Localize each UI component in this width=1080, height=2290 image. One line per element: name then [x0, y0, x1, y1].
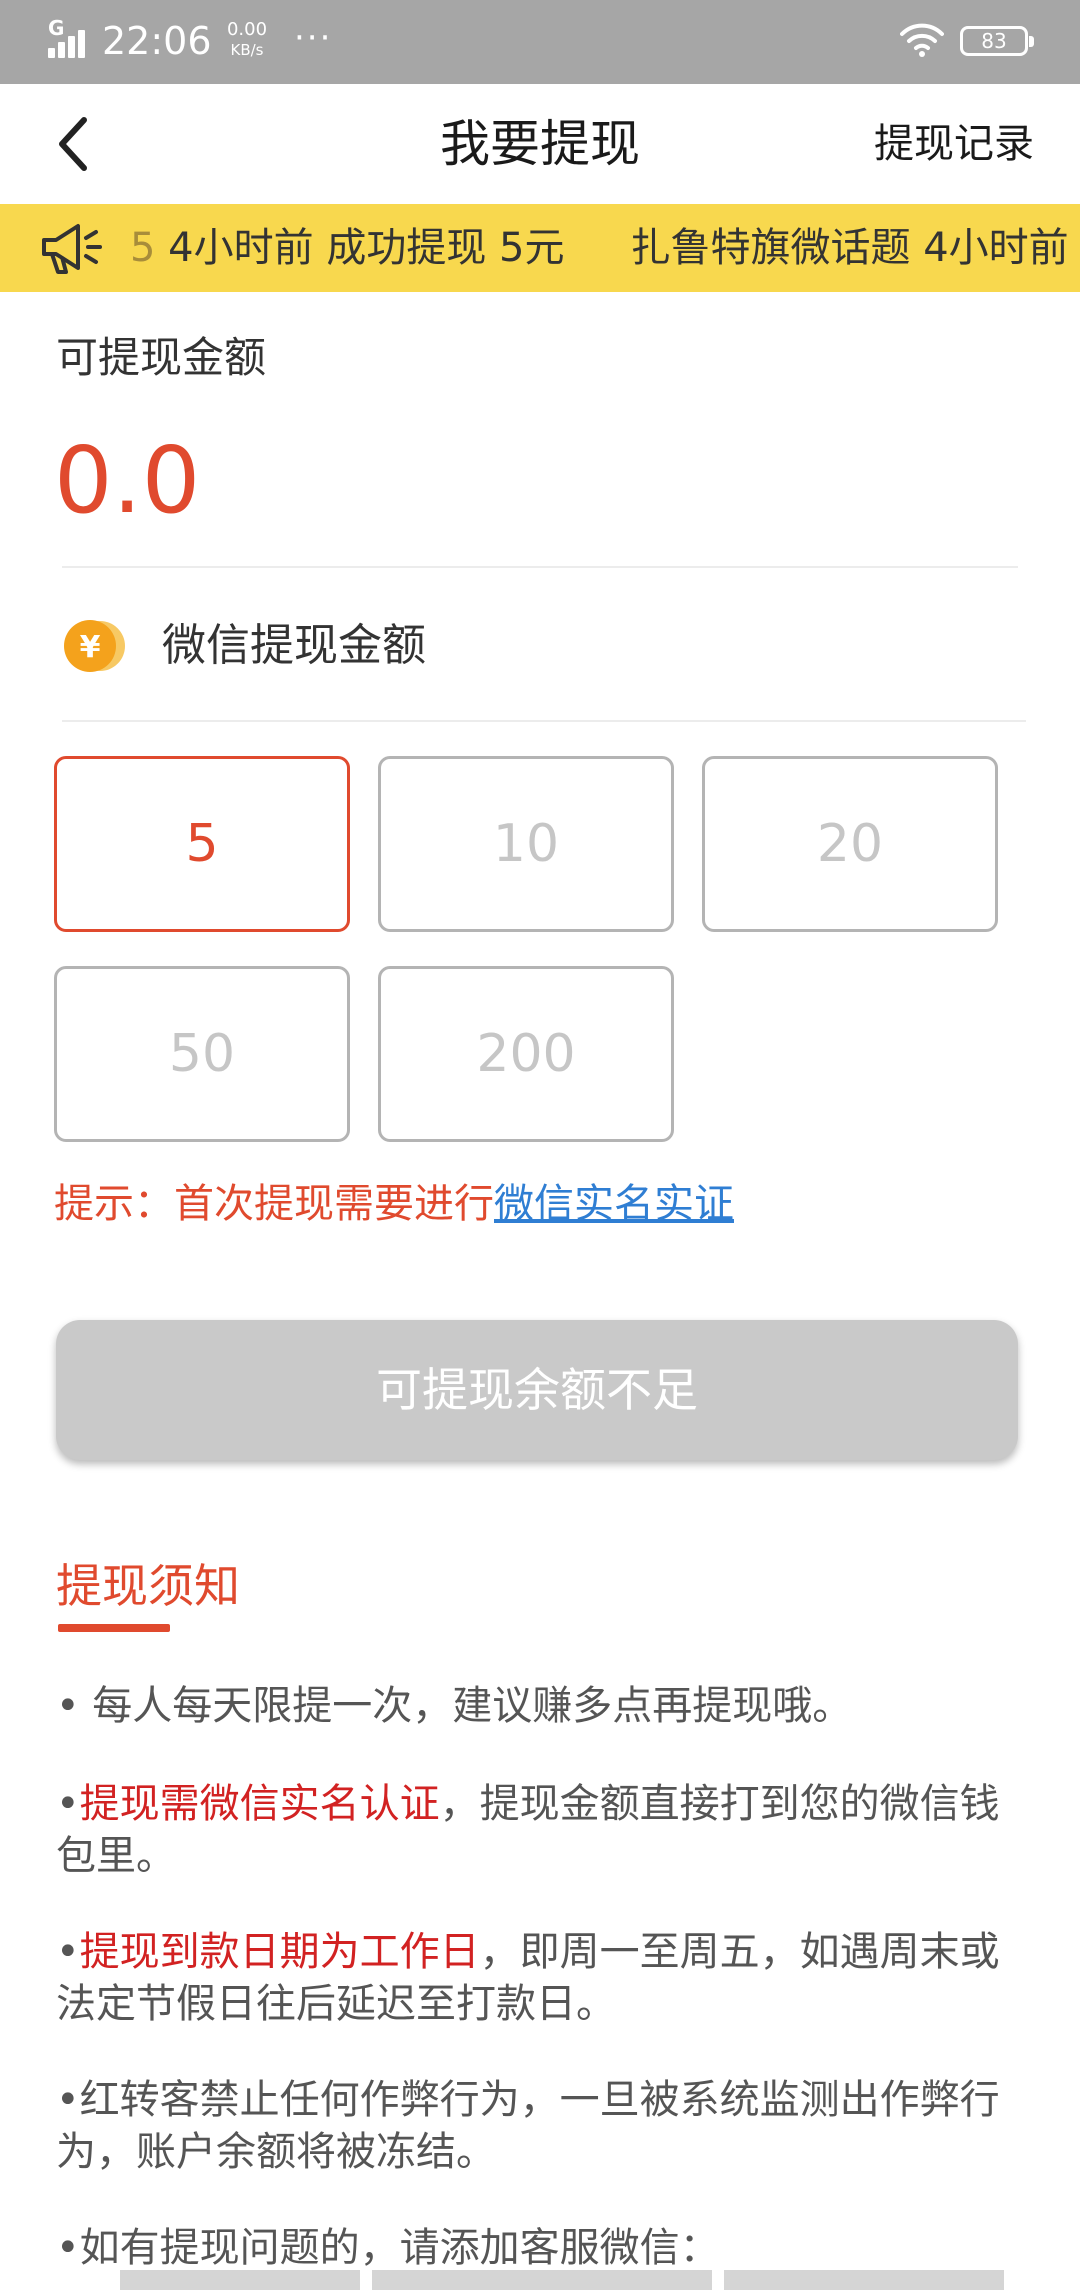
page-title: 我要提现 [440, 115, 640, 173]
clock: 22:06 [102, 19, 212, 63]
amount-option-5[interactable]: 5 [54, 756, 350, 932]
rule-item: •如有提现问题的，请添加客服微信： [56, 2225, 720, 2271]
rules-title: 提现须知 [56, 1559, 240, 1613]
divider [62, 720, 1026, 722]
chevron-left-icon [59, 117, 87, 171]
rule-highlight: 提现需微信实名认证 [79, 1781, 440, 1827]
redacted-contact [372, 2270, 712, 2290]
notice-item: 4小时前 成功提现 5元 [168, 225, 565, 271]
notice-bar: 5 4小时前 成功提现 5元 扎鲁特旗微话题 4小时前 [0, 204, 1080, 292]
rule-highlight: 提现到款日期为工作日 [79, 1929, 480, 1975]
nav-header: 我要提现 提现记录 [0, 84, 1080, 204]
real-name-verify-link[interactable]: 微信实名实证 [494, 1181, 734, 1227]
rule-item: •提现到款日期为工作日，即周一至周五，如遇周末或法定节假日往后延迟至打款日。 [56, 1929, 1000, 2027]
status-bar: G 22:06 0.00 KB/s ··· 83 [0, 0, 1080, 84]
rule-item: •提现需微信实名认证，提现金额直接打到您的微信钱包里。 [56, 1781, 1000, 1879]
redacted-contact [120, 2270, 360, 2290]
back-button[interactable] [40, 108, 112, 180]
network-speed-unit: KB/s [230, 41, 264, 59]
wifi-icon [900, 22, 944, 58]
coin-icon: ¥ [56, 616, 136, 676]
amount-option-50[interactable]: 50 [54, 966, 350, 1142]
divider [62, 566, 1018, 568]
tip-text: 提示：首次提现需要进行 [54, 1181, 494, 1227]
verification-tip: 提示：首次提现需要进行微信实名实证 [54, 1174, 734, 1234]
svg-text:¥: ¥ [80, 630, 101, 665]
balance-value: 0.0 [54, 427, 201, 534]
rule-item: • 每人每天限提一次，建议赚多点再提现哦。 [56, 1683, 853, 1729]
redacted-contact [724, 2270, 1004, 2290]
notice-item: 扎鲁特旗微话题 4小时前 [630, 225, 1069, 271]
amount-option-20[interactable]: 20 [702, 756, 998, 932]
notice-faded-prefix: 5 [130, 225, 156, 271]
amount-option-10[interactable]: 10 [378, 756, 674, 932]
balance-label: 可提现金额 [56, 333, 267, 382]
rules-title-underline [58, 1624, 170, 1632]
wechat-amount-label: 微信提现金额 [162, 620, 426, 671]
battery-icon: 83 [960, 26, 1034, 56]
amount-option-200[interactable]: 200 [378, 966, 674, 1142]
notice-ticker: 5 4小时前 成功提现 5元 扎鲁特旗微话题 4小时前 [130, 218, 1069, 278]
signal-icon: G [48, 18, 92, 58]
withdraw-button[interactable]: 可提现余额不足 [56, 1320, 1018, 1460]
network-speed-value: 0.00 [226, 19, 268, 40]
network-speed: 0.00 KB/s [222, 20, 272, 60]
withdraw-records-link[interactable]: 提现记录 [874, 118, 1034, 170]
network-type: G [48, 16, 65, 40]
rule-item: •红转客禁止任何作弊行为，一旦被系统监测出作弊行为，账户余额将被冻结。 [56, 2077, 1000, 2175]
megaphone-icon [38, 216, 108, 280]
more-notifications-icon: ··· [294, 18, 333, 58]
